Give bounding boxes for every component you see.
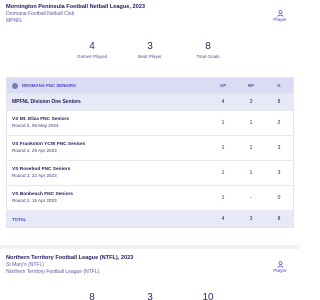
stat-best-player: 3 Best Player bbox=[121, 41, 179, 59]
stats-summary-1: 4 Games Played 3 Best Player 8 Total Goa… bbox=[0, 41, 300, 59]
division-row: MPFNL Division One Seniors 4 3 8 bbox=[7, 94, 293, 111]
stat-total-goals: 8 Total Goals bbox=[179, 41, 237, 59]
table-row[interactable]: VS Frankston YCW FNC Seniors Round 4, 29… bbox=[7, 136, 293, 161]
player-link[interactable]: Player bbox=[270, 261, 290, 274]
person-icon bbox=[276, 10, 284, 17]
team-header: DROMANA FNC SENIORS bbox=[22, 83, 76, 88]
cell-g: 3 bbox=[277, 170, 281, 176]
person-icon bbox=[276, 261, 284, 268]
stat-value: 8 bbox=[89, 292, 95, 300]
cell-gp: 1 bbox=[221, 120, 225, 126]
stat-label: Best Player bbox=[138, 54, 162, 59]
stat-value: 8 bbox=[205, 41, 211, 52]
cell-g: 3 bbox=[277, 145, 281, 151]
stat-best-player: 3 bbox=[121, 292, 179, 300]
league-name: Northern Territory Football League (NTFL… bbox=[6, 268, 100, 275]
stat-value: 10 bbox=[202, 292, 214, 300]
player-link-label: Player bbox=[273, 269, 287, 274]
cell-g: 8 bbox=[277, 99, 281, 105]
total-row: TOTAL 4 3 8 bbox=[7, 211, 293, 227]
table-row[interactable]: VS Rosebud FNC Seniors Round 3, 22 Apr 2… bbox=[7, 161, 293, 186]
cell-bp: 1 bbox=[249, 145, 253, 151]
col-header-gp: GP bbox=[219, 83, 227, 88]
cell-bp: 1 bbox=[249, 120, 253, 126]
stat-value: 3 bbox=[147, 292, 153, 300]
cell-g: 2 bbox=[277, 120, 281, 126]
stat-games-played: 4 Games Played bbox=[63, 41, 121, 59]
club-logo-icon bbox=[12, 82, 18, 89]
cell-bp: 1 bbox=[249, 170, 253, 176]
player-link[interactable]: Player bbox=[270, 10, 290, 23]
cell-g: 8 bbox=[277, 216, 281, 222]
cell-bp: 3 bbox=[249, 216, 253, 222]
competition-header-1: Mornington Peninsula Football Netball Le… bbox=[6, 4, 294, 24]
match-round-date: Round 4, 29 Apr 2023 bbox=[12, 148, 57, 153]
match-round-date: Round 5, 06 May 2023 bbox=[12, 123, 59, 128]
cell-g: 0 bbox=[277, 195, 281, 201]
competition-header-2: Northern Territory Football League (NTFL… bbox=[6, 255, 294, 275]
cell-bp: - bbox=[250, 195, 252, 201]
player-link-label: Player bbox=[273, 18, 287, 23]
stat-value: 4 bbox=[89, 41, 95, 52]
stat-value: 3 bbox=[147, 41, 153, 52]
league-abbrev: MPNFL bbox=[6, 17, 23, 24]
section-divider bbox=[0, 245, 300, 249]
cell-gp: 4 bbox=[221, 99, 225, 105]
match-round-date: Round 3, 22 Apr 2023 bbox=[12, 173, 57, 178]
match-round-date: Round 2, 15 Apr 2023 bbox=[12, 198, 57, 203]
table-header-row: DROMANA FNC SENIORS GP BP G bbox=[7, 78, 293, 94]
stat-games-played: 8 bbox=[63, 292, 121, 300]
cell-gp: 1 bbox=[221, 170, 225, 176]
division-name: MPFNL Division One Seniors bbox=[12, 99, 81, 105]
col-header-bp: BP bbox=[247, 83, 255, 88]
stat-label: Games Played bbox=[76, 54, 108, 59]
competition-title: Mornington Peninsula Football Netball Le… bbox=[6, 4, 145, 10]
stat-total-goals: 10 bbox=[179, 292, 237, 300]
cell-gp: 1 bbox=[221, 145, 225, 151]
stats-table: DROMANA FNC SENIORS GP BP G MPFNL Divisi… bbox=[6, 77, 294, 228]
col-header-g: G bbox=[277, 83, 281, 88]
table-row[interactable]: VS Bonbeach FNC Seniors Round 2, 15 Apr … bbox=[7, 186, 293, 211]
cell-gp: 4 bbox=[221, 216, 225, 222]
cell-bp: 3 bbox=[249, 99, 253, 105]
total-label: TOTAL bbox=[12, 216, 27, 222]
table-row[interactable]: VS Mt. Eliza FNC Seniors Round 5, 06 May… bbox=[7, 111, 293, 136]
stat-label: Total Goals bbox=[196, 54, 220, 59]
competition-title: Northern Territory Football League (NTFL… bbox=[6, 255, 134, 261]
stats-summary-2: 8 3 10 bbox=[0, 292, 300, 300]
cell-gp: 1 bbox=[221, 195, 225, 201]
